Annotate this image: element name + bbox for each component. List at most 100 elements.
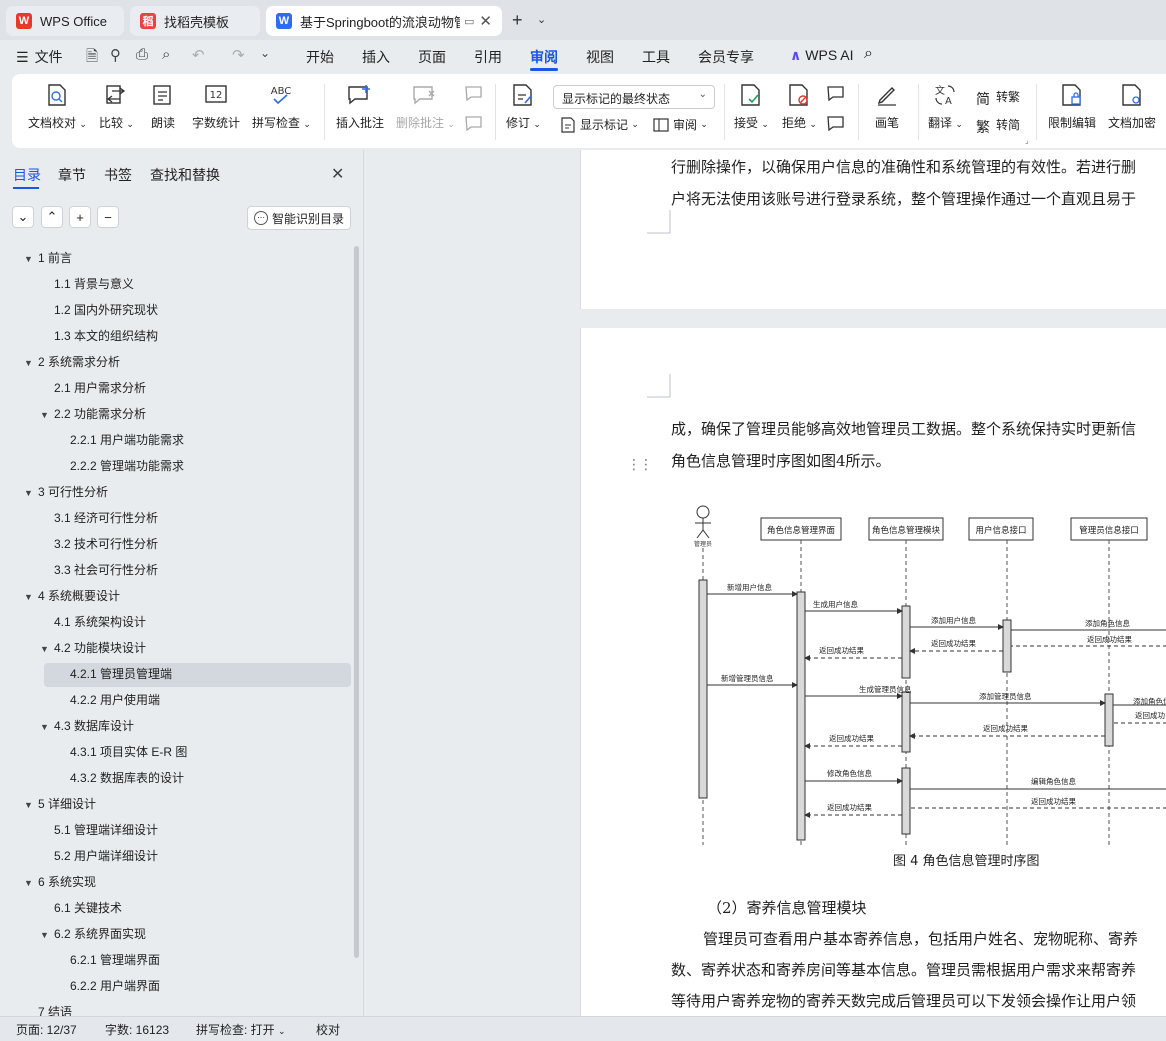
- toc-item[interactable]: 7 结语: [24, 1000, 72, 1016]
- wps-ai-button[interactable]: ∧ WPS AI: [790, 47, 854, 64]
- show-markup-button[interactable]: 显示标记 ⌄: [560, 116, 639, 133]
- drag-handle-icon[interactable]: ⋮⋮: [627, 456, 653, 473]
- close-icon[interactable]: ✕: [331, 164, 344, 184]
- restrict-edit-button[interactable]: 限制编辑: [1048, 82, 1096, 131]
- expand-triangle-icon[interactable]: ▼: [24, 793, 38, 817]
- word-count-button[interactable]: 12 字数统计: [192, 82, 240, 131]
- prev-revision-button[interactable]: [826, 84, 846, 104]
- print-icon[interactable]: ⎙: [136, 46, 148, 63]
- encrypt-button[interactable]: 文档加密: [1108, 82, 1156, 131]
- file-menu[interactable]: ☰ 文件: [16, 47, 63, 67]
- to-simplified-button[interactable]: 繁 转简: [976, 116, 1020, 135]
- document-page[interactable]: 行删除操作，以确保用户信息的准确性和系统管理的有效性。若进行删 户将无法使用该账…: [580, 150, 1166, 309]
- accept-button[interactable]: 接受 ⌄: [734, 82, 769, 131]
- search-icon[interactable]: ⌕: [864, 45, 873, 63]
- read-aloud-button[interactable]: 朗读: [150, 82, 176, 131]
- expand-triangle-icon[interactable]: ▼: [24, 247, 38, 271]
- toc-item[interactable]: ▼ 2 系统需求分析: [24, 350, 120, 374]
- expand-triangle-icon[interactable]: ▼: [24, 871, 38, 895]
- tab-find-replace[interactable]: 查找和替换: [150, 165, 220, 185]
- toc-item[interactable]: 5.2 用户端详细设计: [40, 844, 158, 868]
- toc-item[interactable]: 4.2.2 用户使用端: [56, 688, 160, 712]
- new-tab-icon[interactable]: +: [512, 10, 523, 31]
- menu-vip[interactable]: 会员专享: [698, 47, 754, 67]
- toc-item[interactable]: 2.2.2 管理端功能需求: [56, 454, 184, 478]
- to-traditional-button[interactable]: 简 转繁: [976, 88, 1020, 107]
- toc-item[interactable]: ▼ 1 前言: [24, 246, 72, 270]
- pen-button[interactable]: 画笔: [874, 82, 900, 131]
- spell-check-toggle[interactable]: 拼写检查: 打开 ⌄: [196, 1021, 286, 1038]
- toc-item[interactable]: 2.2.1 用户端功能需求: [56, 428, 184, 452]
- expand-triangle-icon[interactable]: ▼: [24, 481, 38, 505]
- toc-item[interactable]: 4.2.1 管理员管理端: [56, 662, 172, 686]
- toc-item[interactable]: 4.3.2 数据库表的设计: [56, 766, 184, 790]
- expand-triangle-icon[interactable]: ▼: [40, 403, 54, 427]
- remove-heading-button[interactable]: −: [97, 206, 119, 228]
- menu-home[interactable]: 开始: [306, 47, 334, 67]
- menu-references[interactable]: 引用: [474, 47, 502, 67]
- track-changes-button[interactable]: 修订 ⌄: [506, 82, 541, 131]
- review-pane-button[interactable]: 审阅 ⌄: [653, 116, 708, 133]
- spell-check-button[interactable]: ABC 拼写检查 ⌄: [252, 82, 311, 131]
- toc-item[interactable]: 6.2.2 用户端界面: [56, 974, 160, 998]
- toc-item[interactable]: 6.1 关键技术: [40, 896, 122, 920]
- expand-triangle-icon[interactable]: ▼: [24, 585, 38, 609]
- toc-item[interactable]: ▼ 2.2 功能需求分析: [40, 402, 146, 426]
- chevron-down-icon[interactable]: ⌄: [537, 13, 546, 26]
- print-preview-icon[interactable]: ⌕: [162, 46, 170, 63]
- collapse-up-button[interactable]: ⌃: [41, 206, 63, 228]
- delete-comment-button[interactable]: 删除批注 ⌄: [396, 82, 455, 131]
- toc-item[interactable]: 3.3 社会可行性分析: [40, 558, 158, 582]
- display-mode-select[interactable]: 显示标记的最终状态 ⌄: [553, 85, 715, 109]
- share-icon[interactable]: ⚲: [110, 46, 121, 64]
- expand-triangle-icon[interactable]: ▼: [24, 351, 38, 375]
- translate-button[interactable]: 文A 翻译 ⌄: [928, 82, 963, 131]
- menu-tools[interactable]: 工具: [642, 47, 670, 67]
- toc-item[interactable]: ▼ 6.2 系统界面实现: [40, 922, 146, 946]
- toc-item[interactable]: ▼ 4.3 数据库设计: [40, 714, 134, 738]
- compare-button[interactable]: 比较 ⌄: [99, 82, 134, 131]
- toc-item[interactable]: 1.2 国内外研究现状: [40, 298, 158, 322]
- toc-item[interactable]: 1.1 背景与意义: [40, 272, 134, 296]
- redo-icon[interactable]: ↷: [232, 46, 245, 64]
- prev-comment-button[interactable]: [464, 84, 484, 104]
- toc-item[interactable]: 3.1 经济可行性分析: [40, 506, 158, 530]
- next-revision-button[interactable]: [826, 114, 846, 134]
- document-canvas[interactable]: 行删除操作，以确保用户信息的准确性和系统管理的有效性。若进行删 户将无法使用该账…: [365, 150, 1166, 1016]
- expand-triangle-icon[interactable]: ▼: [40, 637, 54, 661]
- save-icon[interactable]: 🗎: [86, 46, 98, 71]
- page-indicator[interactable]: 页面: 12/37: [16, 1021, 77, 1038]
- toc-item[interactable]: 1.3 本文的组织结构: [40, 324, 158, 348]
- add-heading-button[interactable]: +: [69, 206, 91, 228]
- toc-item[interactable]: 2.1 用户需求分析: [40, 376, 146, 400]
- proofread-button[interactable]: 校对: [316, 1021, 340, 1038]
- menu-view[interactable]: 视图: [586, 47, 614, 67]
- toc-item[interactable]: ▼ 4.2 功能模块设计: [40, 636, 146, 660]
- toc-item[interactable]: 4.3.1 项目实体 E-R 图: [56, 740, 187, 764]
- reject-button[interactable]: 拒绝 ⌄: [782, 82, 817, 131]
- toc-item[interactable]: ▼ 4 系统概要设计: [24, 584, 120, 608]
- toc-item[interactable]: 6.2.1 管理端界面: [56, 948, 160, 972]
- toc-item[interactable]: 4.1 系统架构设计: [40, 610, 146, 634]
- toc-item[interactable]: 5.1 管理端详细设计: [40, 818, 158, 842]
- expand-down-button[interactable]: ⌄: [12, 206, 34, 228]
- tab-bookmarks[interactable]: 书签: [104, 165, 132, 185]
- close-tab-icon[interactable]: ✕: [479, 12, 492, 30]
- dialog-launcher-icon[interactable]: ⌟: [1025, 136, 1029, 145]
- menu-page[interactable]: 页面: [418, 47, 446, 67]
- document-page[interactable]: 成，确保了管理员能够高效地管理员工数据。整个系统保持实时更新信 角色信息管理时序…: [580, 328, 1166, 1016]
- smart-toc-button[interactable]: ⋯ 智能识别目录: [247, 206, 351, 230]
- insert-comment-button[interactable]: 插入批注: [336, 82, 384, 131]
- word-count-indicator[interactable]: 字数: 16123: [105, 1021, 169, 1038]
- tab-wps-office[interactable]: W WPS Office: [6, 6, 124, 36]
- toc-item[interactable]: ▼ 6 系统实现: [24, 870, 96, 894]
- toc-scrollbar[interactable]: [354, 246, 359, 958]
- tab-toc[interactable]: 目录: [13, 165, 41, 185]
- next-comment-button[interactable]: [464, 114, 484, 134]
- menu-review[interactable]: 审阅: [530, 47, 558, 67]
- tab-sections[interactable]: 章节: [58, 165, 86, 185]
- quick-access-dropdown-icon[interactable]: ⌄: [260, 46, 270, 60]
- menu-insert[interactable]: 插入: [362, 47, 390, 67]
- expand-triangle-icon[interactable]: ▼: [40, 715, 54, 739]
- tab-document[interactable]: W 基于Springboot的流浪动物管 ▭ ✕: [266, 6, 502, 36]
